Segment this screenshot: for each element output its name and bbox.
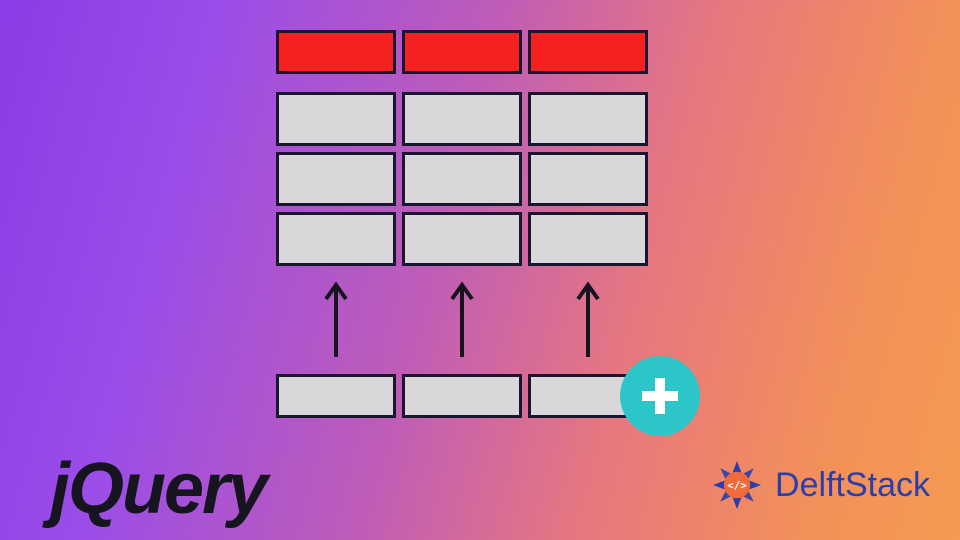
arrow-up-icon [448,279,450,357]
table-cell [402,212,522,266]
table-header-cell [528,30,648,74]
delftstack-logo: </> DelftStack [707,455,930,515]
arrow-up-icon [322,279,324,357]
table-cell [528,152,648,206]
jquery-logo-text: jQuery [50,449,266,529]
table-cell [528,212,648,266]
delftstack-logo-icon: </> [707,455,767,515]
delftstack-logo-text: DelftStack [775,466,930,505]
add-row-button[interactable]: + [620,356,700,436]
arrow-up-icon [574,279,576,357]
table-cell [276,92,396,146]
jquery-logo: jQuery [50,448,266,530]
table-cell [276,212,396,266]
table-header-cell [402,30,522,74]
table-cell [528,92,648,146]
table-header-cell [276,30,396,74]
new-row-cell [402,374,522,418]
table-cell [402,92,522,146]
diagram-canvas: + jQuery </> DelftStack [0,0,960,540]
table-cell [276,152,396,206]
new-row-cell [276,374,396,418]
svg-text:</>: </> [727,479,747,492]
table-cell [402,152,522,206]
